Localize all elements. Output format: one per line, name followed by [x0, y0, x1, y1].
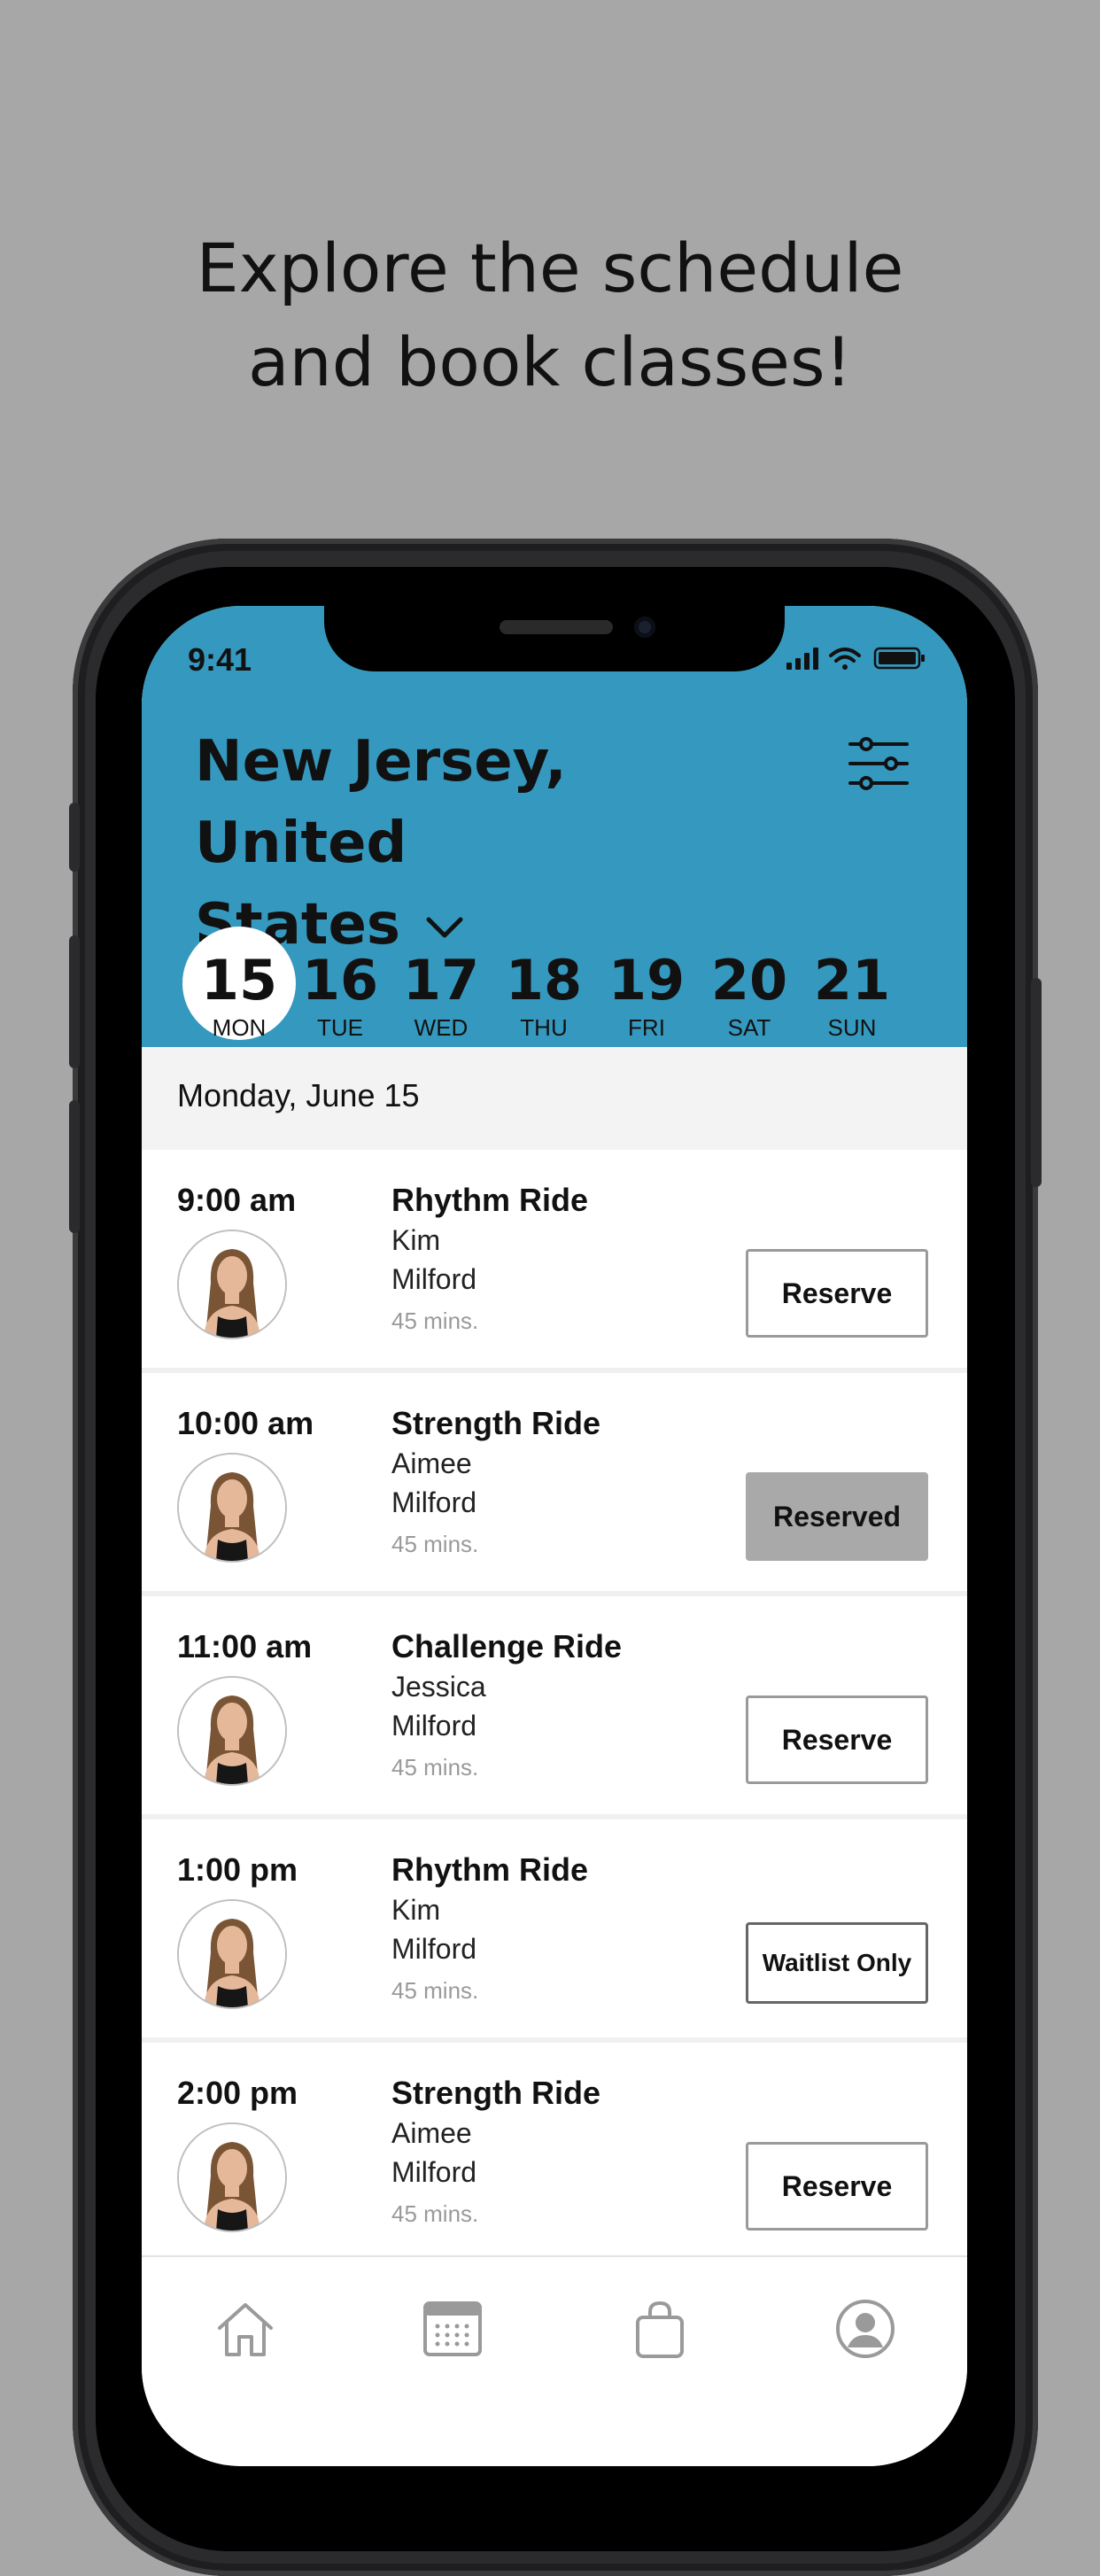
- class-name: Rhythm Ride: [391, 1851, 589, 1888]
- day-number: 21: [813, 948, 891, 1013]
- class-name: Rhythm Ride: [391, 1182, 589, 1218]
- day-number: 15: [200, 948, 278, 1013]
- reserve-button[interactable]: Reserve: [746, 1249, 928, 1338]
- class-name: Strength Ride: [391, 1405, 601, 1441]
- location-line-1: New Jersey, United: [195, 729, 567, 876]
- class-name: Strength Ride: [391, 2075, 601, 2111]
- status-icons: [786, 647, 925, 670]
- bottom-tab-bar: [142, 2255, 967, 2466]
- day-name: SUN: [827, 1014, 877, 1041]
- day-number: 16: [301, 948, 379, 1013]
- instructor-avatar: [177, 1230, 287, 1339]
- class-duration: 45 mins.: [391, 2200, 479, 2227]
- filter-sliders-icon[interactable]: [848, 737, 909, 790]
- class-time: 2:00 pm: [177, 2075, 298, 2111]
- day-name: SAT: [727, 1014, 771, 1041]
- reserved-button[interactable]: Reserved: [746, 1472, 928, 1561]
- day-sat[interactable]: 20 SAT: [698, 950, 801, 1042]
- location-selector[interactable]: New Jersey, United States: [195, 721, 762, 966]
- day-name: FRI: [628, 1014, 665, 1041]
- class-location: Milford: [391, 1486, 477, 1518]
- class-row: 9:00 am Rhythm Ride Kim Milford 45 mins.…: [142, 1150, 967, 1373]
- phone-volume-down: [69, 1100, 80, 1233]
- profile-icon[interactable]: [834, 2298, 896, 2360]
- day-number: 17: [402, 948, 480, 1013]
- class-row: 10:00 am Strength Ride Aimee Milford 45 …: [142, 1373, 967, 1596]
- class-time: 9:00 am: [177, 1182, 297, 1218]
- instructor-avatar: [177, 1453, 287, 1563]
- selected-date-bar: Monday, June 15: [142, 1047, 967, 1150]
- day-name: WED: [414, 1014, 469, 1041]
- selected-date-label: Monday, June 15: [177, 1077, 420, 1113]
- wifi-icon: [829, 648, 861, 670]
- status-time: 9:41: [188, 641, 252, 678]
- instructor-avatar: [177, 2122, 287, 2232]
- class-instructor: Aimee: [391, 1447, 472, 1479]
- class-location: Milford: [391, 1263, 477, 1295]
- reserve-button[interactable]: Reserve: [746, 2142, 928, 2231]
- day-name: MON: [212, 1014, 267, 1041]
- home-icon[interactable]: [214, 2298, 276, 2360]
- day-fri[interactable]: 19 FRI: [595, 950, 698, 1042]
- class-instructor: Aimee: [391, 2117, 472, 2149]
- signal-icon: [786, 648, 818, 670]
- class-name: Challenge Ride: [391, 1628, 623, 1664]
- promo-headline: Explore the schedule and book classes!: [0, 221, 1100, 409]
- battery-icon: [873, 647, 925, 670]
- waitlist-button[interactable]: Waitlist Only: [746, 1922, 928, 2004]
- class-location: Milford: [391, 1710, 477, 1742]
- day-name: THU: [520, 1014, 568, 1041]
- class-duration: 45 mins.: [391, 1977, 479, 2004]
- week-day-selector: 15 MON 16 TUE 17 WED 18 THU 19 FRI 20 SA…: [142, 927, 967, 1047]
- phone-mute-switch: [69, 803, 80, 872]
- class-instructor: Jessica: [391, 1671, 486, 1703]
- class-location: Milford: [391, 2156, 477, 2188]
- class-row: 11:00 am Challenge Ride Jessica Milford …: [142, 1596, 967, 1819]
- class-row: 1:00 pm Rhythm Ride Kim Milford 45 mins.…: [142, 1819, 967, 2043]
- class-duration: 45 mins.: [391, 1754, 479, 1781]
- class-instructor: Kim: [391, 1224, 441, 1256]
- class-time: 1:00 pm: [177, 1851, 298, 1888]
- class-location: Milford: [391, 1933, 477, 1965]
- reserve-button[interactable]: Reserve: [746, 1695, 928, 1784]
- day-number: 20: [710, 948, 788, 1013]
- instructor-avatar: [177, 1899, 287, 2009]
- class-duration: 45 mins.: [391, 1307, 479, 1334]
- promo-line-2: and book classes!: [247, 322, 853, 401]
- class-time: 10:00 am: [177, 1405, 314, 1441]
- phone-volume-up: [69, 935, 80, 1068]
- day-number: 19: [608, 948, 686, 1013]
- phone-notch: [324, 606, 785, 671]
- day-sun[interactable]: 21 SUN: [801, 950, 903, 1042]
- day-name: TUE: [317, 1014, 363, 1041]
- speaker-grille: [500, 620, 613, 634]
- phone-power-button: [1031, 978, 1042, 1187]
- front-camera: [634, 617, 655, 638]
- instructor-avatar: [177, 1676, 287, 1786]
- bag-icon[interactable]: [629, 2298, 691, 2360]
- day-thu[interactable]: 18 THU: [492, 950, 595, 1042]
- class-instructor: Kim: [391, 1894, 441, 1926]
- day-wed[interactable]: 17 WED: [390, 950, 492, 1042]
- day-number: 18: [505, 948, 583, 1013]
- promo-line-1: Explore the schedule: [196, 229, 904, 307]
- class-duration: 45 mins.: [391, 1531, 479, 1557]
- chevron-down-icon: [426, 917, 463, 938]
- app-screen: 9:41 New Jersey, United States 15 MON 16…: [142, 606, 967, 2466]
- calendar-icon[interactable]: [422, 2298, 484, 2360]
- day-mon[interactable]: 15 MON: [182, 927, 296, 1042]
- day-tue[interactable]: 16 TUE: [289, 950, 391, 1042]
- class-row: 2:00 pm Strength Ride Aimee Milford 45 m…: [142, 2043, 967, 2266]
- class-time: 11:00 am: [177, 1628, 313, 1664]
